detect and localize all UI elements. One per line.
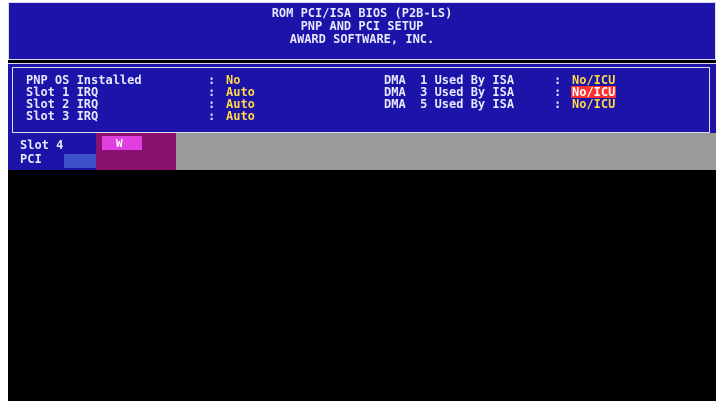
setting-label-dma5: DMA 5 Used By ISA <box>384 97 515 111</box>
setting-value-dma5[interactable]: No/ICU <box>572 98 615 110</box>
bios-header: ROM PCI/ISA BIOS (P2B-LS) PNP AND PCI SE… <box>8 2 716 60</box>
vendor-name: AWARD SOFTWARE, INC. <box>289 32 435 46</box>
setting-label-slot3-irq: Slot 3 IRQ <box>26 109 99 123</box>
display-artifact <box>64 154 96 168</box>
bios-screen: ROM PCI/ISA BIOS (P2B-LS) PNP AND PCI SE… <box>8 2 716 401</box>
setting-label-slot4: Slot 4 <box>20 138 64 152</box>
colon-separator: : <box>208 109 216 123</box>
colon-separator: : <box>554 97 562 111</box>
setting-value-slot3-irq[interactable]: Auto <box>226 110 255 122</box>
setting-label-pci: PCI <box>20 152 42 166</box>
settings-panel: PNP OS Installed : No Slot 1 IRQ : Auto … <box>8 63 716 133</box>
glitch-text: W <box>116 137 123 150</box>
